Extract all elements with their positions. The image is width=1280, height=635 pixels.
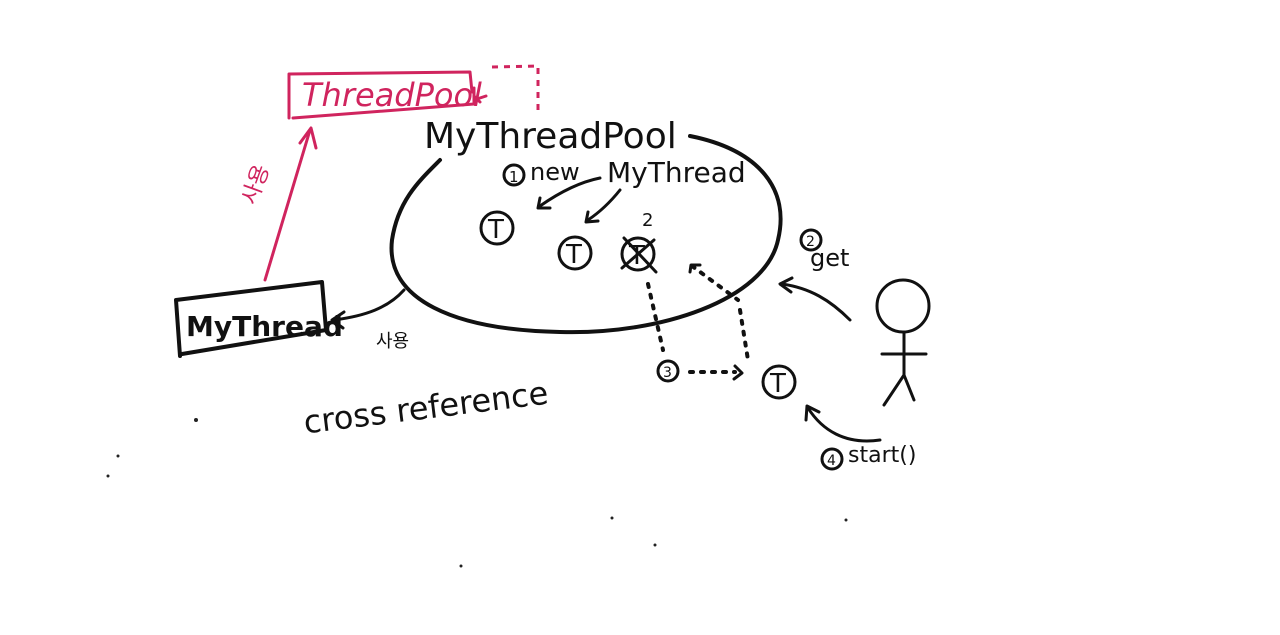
step-4-start: 4 start() xyxy=(820,443,916,471)
step4-number: 4 xyxy=(827,453,836,469)
diagram-canvas: ThreadPool 사용 MyThreadPool 1 new MyThrea… xyxy=(106,64,931,568)
step3-number: 3 xyxy=(663,365,672,381)
uses-label-left: 사용 xyxy=(238,161,275,208)
extracted-thread: T xyxy=(761,364,797,400)
step1-number: 1 xyxy=(509,168,519,186)
step-2-get: 2 get xyxy=(799,228,849,272)
user-stick-figure xyxy=(875,278,931,407)
step1-text: new xyxy=(530,158,580,186)
threadpool-label: ThreadPool xyxy=(302,76,482,114)
cross-reference-caption: cross reference xyxy=(301,374,550,442)
mythread-in-pool-label: MyThread xyxy=(607,156,746,189)
taken-number: 2 xyxy=(642,210,653,231)
whiteboard-specks xyxy=(106,418,848,568)
step4-text: start() xyxy=(848,443,916,468)
start-arrow xyxy=(804,404,882,443)
pooled-thread-taken: T 2 xyxy=(620,210,658,274)
thread-marker: T xyxy=(565,240,582,270)
pooled-thread-2: T xyxy=(557,235,593,271)
implements-dashed-link xyxy=(491,64,540,112)
mythreadpool-title: MyThreadPool xyxy=(424,116,677,157)
mythread-class-box: MyThread xyxy=(174,280,343,358)
step-1-new: 1 new xyxy=(502,158,580,187)
step2-text: get xyxy=(810,244,849,272)
threadpool-interface-box: ThreadPool xyxy=(287,70,488,120)
thread-marker: T xyxy=(769,369,786,399)
uses-arrow-to-threadpool xyxy=(263,126,318,282)
pooled-thread-1: T xyxy=(479,210,515,246)
mythread-class-label: MyThread xyxy=(186,310,343,343)
uses-label-bottom: 사용 xyxy=(376,331,409,352)
thread-marker: T xyxy=(487,215,504,245)
get-arrow xyxy=(778,276,852,322)
